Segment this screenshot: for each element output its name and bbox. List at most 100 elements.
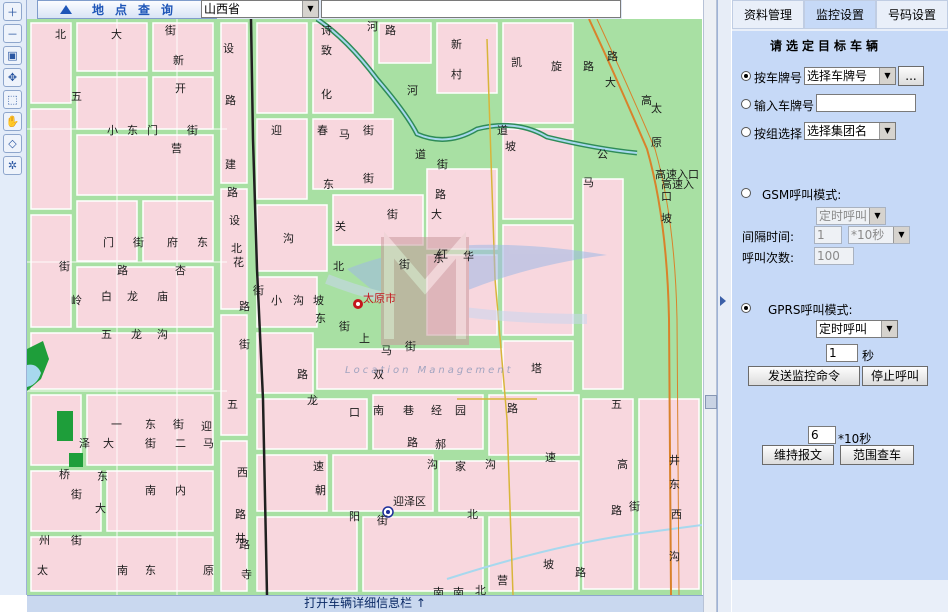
map-street-label: 东 [669, 478, 680, 491]
gprs-seconds-input[interactable]: 1 [826, 344, 858, 362]
map-street-label: 原 [203, 564, 214, 577]
gprs-mode-label: GPRS呼叫模式: [768, 303, 853, 317]
tab-data-management[interactable]: 资料管理 [732, 0, 804, 29]
map-street-label: 经 [431, 404, 442, 417]
enter-plate-label: 输入车牌号 [754, 99, 815, 113]
map-street-label: 街 [253, 284, 264, 297]
map-street-label: 东 [145, 564, 156, 577]
map-street-label: 东 [323, 178, 334, 191]
gsm-interval-input[interactable]: 1 [814, 226, 842, 244]
map-street-label: 路 [239, 538, 250, 551]
gsm-mode-radio[interactable] [741, 188, 751, 198]
map-street-label: 门 [103, 236, 114, 249]
enter-plate-radio[interactable] [741, 99, 751, 109]
map-street-label: 南 [373, 404, 384, 417]
plate-input[interactable] [816, 94, 916, 112]
map-street-label: 路 [435, 188, 446, 201]
plate-select[interactable]: 选择车牌号 ▼ [804, 67, 896, 85]
map-street-label: 路 [235, 508, 246, 521]
map-street-label: 坡 [505, 140, 516, 153]
range-search-button[interactable]: 范围查车 [840, 445, 914, 465]
panel-splitter[interactable] [717, 0, 731, 612]
chevron-down-icon[interactable]: ▼ [869, 208, 885, 224]
send-monitor-command-button[interactable]: 发送监控命令 [748, 366, 860, 386]
select-icon[interactable]: ⬚ [3, 90, 22, 109]
map-street-label: 马 [203, 437, 214, 450]
district-label: 迎泽区 [393, 495, 426, 508]
place-query-button[interactable]: 地点查询 [37, 0, 217, 19]
tab-number-settings[interactable]: 号码设置 [876, 0, 948, 29]
pan-icon[interactable]: ✥ [3, 68, 22, 87]
map-street-label: 巷 [403, 404, 414, 417]
chevron-down-icon[interactable]: ▼ [302, 1, 318, 17]
map-street-label: 白 [101, 290, 112, 303]
hand-icon[interactable]: ✋ [3, 112, 22, 131]
map-canvas[interactable]: 北大街设新开五路小东门街营建路设北路迎春街马街路诗化致河新村凯旋路河道坡公路大高… [27, 19, 702, 599]
gsm-interval-label: 间隔时间: [742, 230, 795, 244]
settings-icon[interactable]: ✲ [3, 156, 22, 175]
map-street-label: 设 [223, 42, 234, 55]
full-extent-icon[interactable]: ▣ [3, 46, 22, 65]
by-plate-radio[interactable] [741, 71, 751, 81]
report-interval-input[interactable]: 6 [808, 426, 836, 444]
map-street-label: 口 [349, 406, 360, 419]
map-street-label: 二 [175, 437, 186, 450]
chevron-down-icon[interactable]: ▼ [893, 227, 909, 243]
map-street-label: 街 [173, 418, 184, 431]
map-street-label: 马 [339, 128, 350, 141]
map-street-label: 沟 [283, 232, 294, 245]
map-scrollbar[interactable] [703, 0, 717, 612]
map-street-label: 化 [321, 88, 332, 101]
map-street-label: 设 [229, 214, 240, 227]
map-street-label: 寺 [241, 568, 252, 581]
map-street-label: 内 [175, 484, 186, 497]
map-street-label: 路 [225, 94, 236, 107]
map-street-label: 街 [363, 172, 374, 185]
open-vehicle-detail-bar[interactable]: 打开车辆详细信息栏 ↑ [27, 595, 703, 612]
gprs-mode-select[interactable]: 定时呼叫 ▼ [816, 320, 898, 338]
group-select[interactable]: 选择集团名 ▼ [804, 122, 896, 140]
map-street-label: 道 [497, 124, 508, 137]
gsm-count-input[interactable]: 100 [814, 247, 854, 265]
stop-call-button[interactable]: 停止呼叫 [862, 366, 928, 386]
chevron-right-icon[interactable] [720, 296, 726, 306]
by-plate-label: 按车牌号 [754, 71, 803, 85]
by-group-radio[interactable] [741, 127, 751, 137]
chevron-down-icon[interactable]: ▼ [881, 321, 897, 337]
map-search-input[interactable] [321, 0, 621, 18]
map-street-label: 太 [651, 102, 662, 115]
province-select[interactable]: 山西省 ▼ [201, 0, 319, 18]
tab-monitor-settings[interactable]: 监控设置 [804, 0, 876, 29]
map-street-label: 马 [381, 344, 392, 357]
gsm-mode-label: GSM呼叫模式: [762, 188, 842, 202]
map-street-label: 上 [359, 332, 370, 345]
keep-report-button[interactable]: 维持报文 [762, 445, 834, 465]
map-street-label: 沟 [427, 458, 438, 471]
map-street-label: 沟 [293, 294, 304, 307]
map-street-label: 速 [545, 451, 556, 464]
chevron-down-icon[interactable]: ▼ [879, 123, 895, 139]
map-street-label: 街 [437, 158, 448, 171]
map-street-label: 花 [233, 256, 244, 269]
map-street-label: 街 [363, 124, 374, 137]
more-button[interactable]: ... [898, 66, 924, 86]
gsm-mode-select[interactable]: 定时呼叫 ▼ [816, 207, 886, 225]
map-street-label: 州 [39, 534, 50, 547]
map-street-label: 南 [117, 564, 128, 577]
map-street-label: 朝 [315, 484, 326, 497]
measure-icon[interactable]: ◇ [3, 134, 22, 153]
map-street-label: 阳 [349, 510, 360, 523]
zoom-out-icon[interactable]: － [3, 24, 22, 43]
chevron-down-icon[interactable]: ▼ [879, 68, 895, 84]
map-street-label: 岭 [71, 294, 82, 307]
gsm-interval-unit-select[interactable]: *10秒 ▼ [848, 226, 910, 244]
map-street-label: 大 [95, 502, 106, 515]
map-street-label: 路 [117, 264, 128, 277]
map-street-label: 街 [405, 340, 416, 353]
scrollbar-thumb[interactable] [705, 395, 717, 409]
map-street-label: 营 [171, 142, 182, 155]
map-street-label: 街 [339, 320, 350, 333]
zoom-in-icon[interactable]: ＋ [3, 2, 22, 21]
gprs-mode-radio[interactable] [741, 303, 751, 313]
group-select-value: 选择集团名 [807, 124, 868, 138]
